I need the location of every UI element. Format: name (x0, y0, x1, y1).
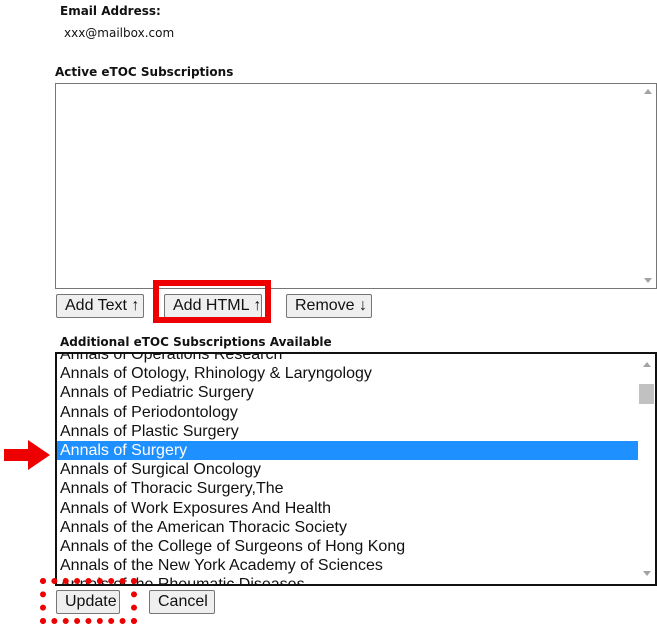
scrollbar-thumb[interactable] (639, 384, 654, 404)
list-item[interactable]: Annals of Thoracic Surgery,The (57, 479, 640, 498)
available-list-scrollbar[interactable] (638, 354, 655, 584)
list-item[interactable]: Annals of Surgical Oncology (57, 460, 640, 479)
available-subscriptions-label: Additional eTOC Subscriptions Available (60, 335, 332, 349)
list-item[interactable]: Annals of Plastic Surgery (57, 422, 640, 441)
right-arrow-icon (4, 440, 50, 470)
scroll-down-icon[interactable] (643, 571, 651, 576)
email-label: Email Address: (60, 4, 161, 18)
list-item[interactable]: Annals of the New York Academy of Scienc… (57, 556, 640, 575)
remove-button[interactable]: Remove ↓ (286, 294, 372, 318)
list-item-selected[interactable]: Annals of Surgery (57, 440, 640, 461)
scroll-up-icon[interactable] (643, 362, 651, 367)
list-item[interactable]: Annals of Pediatric Surgery (57, 383, 640, 402)
list-item[interactable]: Annals of Operations Research (57, 354, 640, 364)
add-html-highlight-box (153, 280, 271, 323)
list-item[interactable]: Annals of the Rheumatic Diseases (57, 575, 640, 584)
available-subscriptions-list[interactable]: Annals of Operations Research Annals of … (55, 352, 657, 586)
list-item[interactable]: Annals of the College of Surgeons of Hon… (57, 537, 640, 556)
email-value: xxx@mailbox.com (64, 26, 175, 40)
list-item[interactable]: Annals of Work Exposures And Health (57, 499, 640, 518)
list-item[interactable]: Annals of Periodontology (57, 403, 640, 422)
active-list-scrollbar[interactable] (639, 84, 656, 288)
scroll-up-icon[interactable] (644, 89, 652, 94)
update-highlight-box (40, 578, 137, 624)
scroll-down-icon[interactable] (644, 278, 652, 283)
list-item[interactable]: Annals of the American Thoracic Society (57, 518, 640, 537)
active-subscriptions-label: Active eTOC Subscriptions (55, 65, 234, 79)
cancel-button[interactable]: Cancel (149, 590, 215, 614)
list-item[interactable]: Annals of Otology, Rhinology & Laryngolo… (57, 364, 640, 383)
active-subscriptions-list[interactable] (55, 83, 657, 289)
add-text-button[interactable]: Add Text ↑ (56, 294, 144, 318)
